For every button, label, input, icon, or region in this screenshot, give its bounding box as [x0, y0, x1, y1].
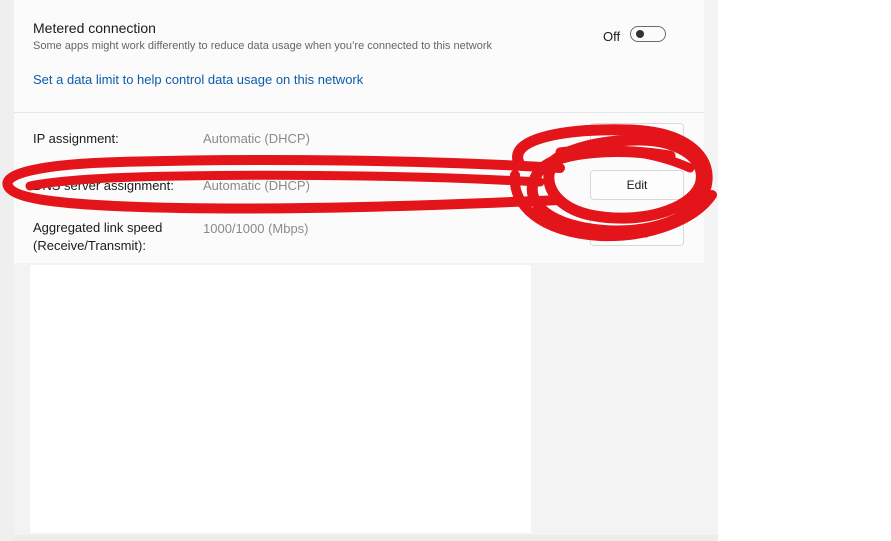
dns-server-assignment-label: DNS server assignment: [33, 178, 174, 193]
link-speed-label-line1: Aggregated link speed [33, 220, 163, 235]
blank-white-area [30, 265, 531, 533]
panel-edge [0, 0, 14, 541]
link-speed-label-line2: (Receive/Transmit): [33, 238, 146, 253]
metered-toggle[interactable] [630, 26, 666, 42]
metered-connection-description: Some apps might work differently to redu… [33, 40, 493, 52]
ip-assignment-value: Automatic (DHCP) [203, 131, 310, 146]
metered-connection-title: Metered connection [33, 20, 156, 36]
metered-toggle-label: Off [603, 29, 621, 44]
ip-assignment-label: IP assignment: [33, 131, 119, 146]
link-speed-copy-button[interactable]: Copy [590, 216, 684, 246]
bottom-edge [14, 535, 718, 541]
metered-card [14, 0, 704, 113]
dns-server-edit-button[interactable]: Edit [590, 170, 684, 200]
ip-assignment-edit-button[interactable]: Edit [590, 123, 684, 153]
toggle-knob [636, 30, 644, 38]
data-limit-link[interactable]: Set a data limit to help control data us… [33, 72, 363, 87]
dns-server-assignment-value: Automatic (DHCP) [203, 178, 310, 193]
link-speed-value: 1000/1000 (Mbps) [203, 221, 309, 236]
